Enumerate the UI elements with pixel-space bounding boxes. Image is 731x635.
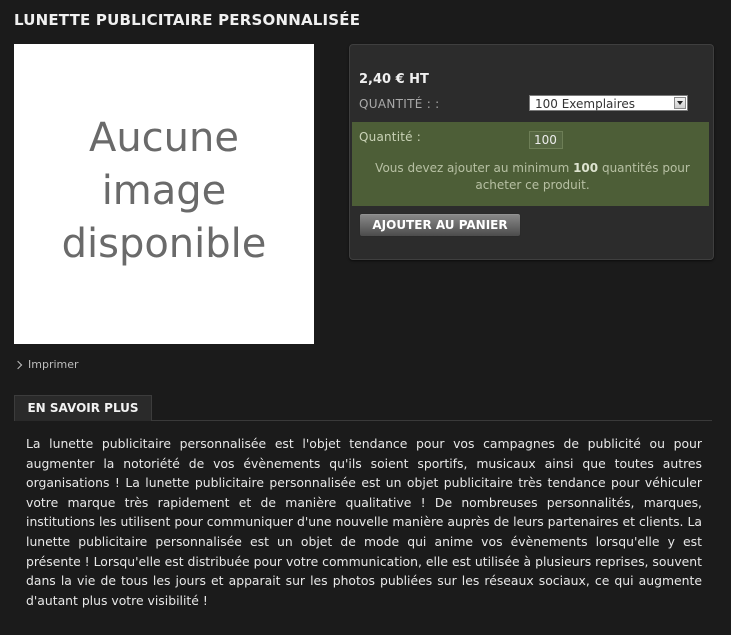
add-to-cart-button[interactable]: AJOUTER AU PANIER (359, 213, 521, 237)
quantity-select-value: 100 Exemplaires (535, 97, 636, 111)
minimum-quantity-message: Vous devez ajouter au minimum 100 quanti… (358, 160, 707, 194)
no-image-placeholder: Aucune image disponible (61, 114, 267, 267)
product-title: LUNETTE PUBLICITAIRE PERSONNALISÉE (14, 11, 361, 29)
print-link[interactable]: Imprimer (13, 358, 79, 371)
quantity-input[interactable]: 100 (529, 131, 563, 149)
min-msg-number: 100 (573, 161, 599, 175)
product-price: 2,40 € HT (359, 72, 429, 87)
print-label: Imprimer (28, 358, 79, 371)
min-msg-before: Vous devez ajouter au minimum (375, 161, 574, 175)
product-image[interactable]: Aucune image disponible (14, 44, 314, 344)
purchase-panel: 2,40 € HT QUANTITÉ : : 100 Exemplaires Q… (349, 44, 714, 260)
quantity-option-label: QUANTITÉ : : (359, 97, 440, 111)
quantity-label: Quantité : (359, 130, 421, 144)
product-description: La lunette publicitaire personnalisée es… (26, 436, 702, 608)
quantity-box: Quantité : 100 Vous devez ajouter au min… (352, 122, 709, 206)
tab-en-savoir-plus[interactable]: EN SAVOIR PLUS (14, 395, 152, 421)
quantity-select[interactable]: 100 Exemplaires (529, 95, 688, 111)
dropdown-arrow-icon[interactable] (674, 97, 686, 109)
chevron-right-icon (13, 360, 23, 369)
